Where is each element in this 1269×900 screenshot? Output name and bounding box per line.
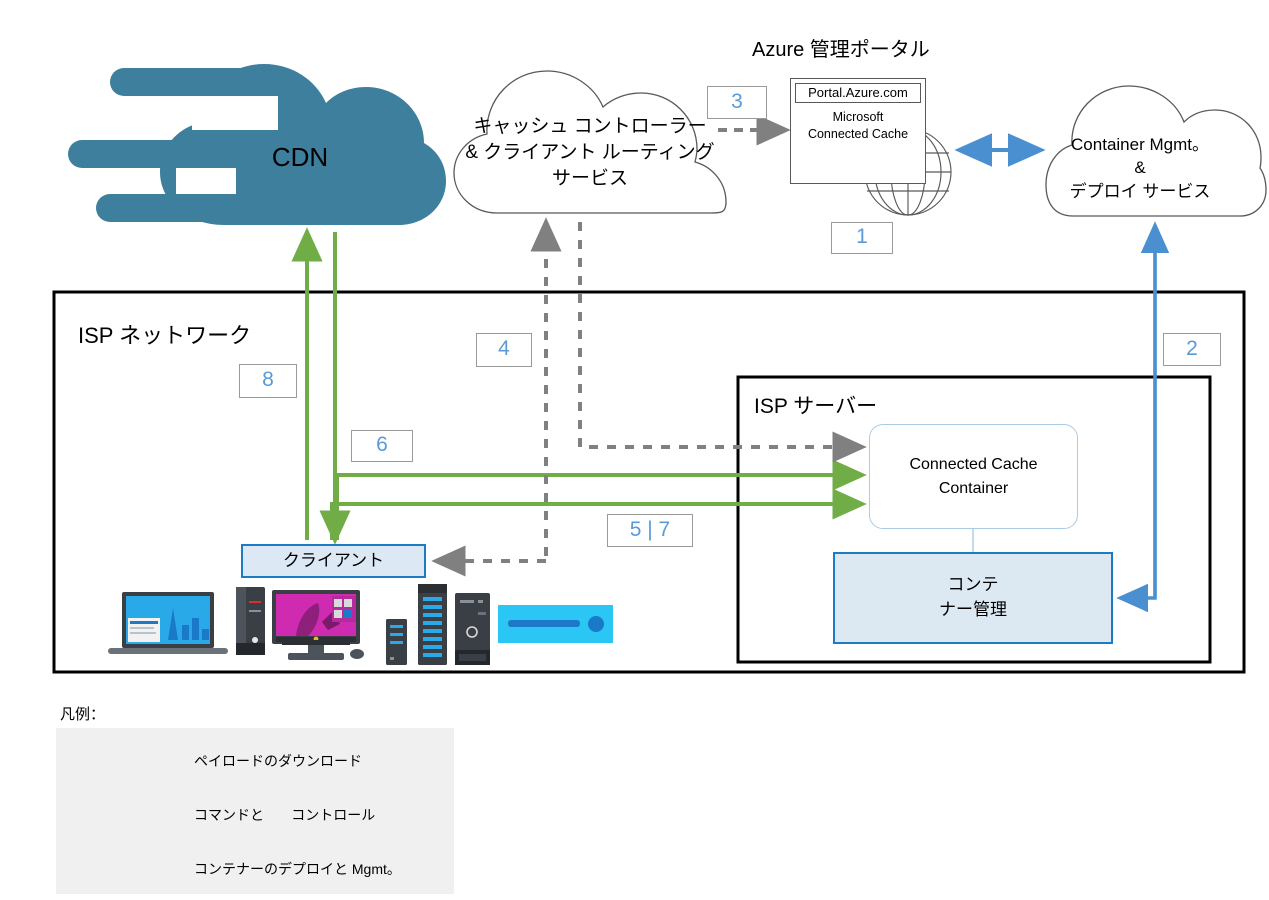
connected-cache-container-box[interactable]: Connected Cache Container — [869, 424, 1078, 529]
legend-label-deploy: コンテナーのデプロイと Mgmt。 — [194, 861, 401, 877]
diagram-canvas: Azure 管理ポータル CDN キャッシュ コントローラー & クライアント … — [0, 0, 1269, 900]
isp-network-label: ISP ネットワーク — [78, 323, 252, 348]
portal-body-text: Microsoft Connected Cache — [807, 110, 909, 141]
portal-url-bar[interactable]: Portal.Azure.com — [795, 83, 921, 103]
callout-6: 6 — [351, 430, 413, 462]
cdn-cloud-label: CDN — [271, 142, 329, 172]
legend-title: 凡例： — [60, 706, 106, 723]
cache-controller-cloud-label: キャッシュ コントローラー & クライアント ルーティング サービス — [465, 116, 715, 190]
callout-4: 4 — [476, 333, 532, 367]
callout-3: 3 — [707, 86, 767, 119]
container-management-box[interactable]: コンテ ナー管理 — [833, 552, 1113, 644]
arrow-blue-cloud-to-mgmt-box — [1116, 226, 1157, 613]
client-devices-illustration — [108, 584, 613, 665]
callout-5: 8 — [239, 364, 297, 398]
client-box[interactable]: クライアント — [241, 544, 426, 578]
azure-portal-title: Azure 管理ポータル — [752, 39, 930, 61]
azure-portal-window[interactable]: Portal.Azure.com Microsoft Connected Cac… — [790, 78, 926, 184]
callout-1: 1 — [831, 222, 893, 254]
isp-server-label: ISP サーバー — [754, 395, 878, 418]
legend-label-command: コマンドと コントロール — [194, 807, 376, 823]
legend-label-payload: ペイロードのダウンロード — [194, 753, 362, 769]
container-mgmt-cloud-label: Container Mgmt。 & デプロイ サービス — [1069, 135, 1211, 201]
callout-2: 2 — [1163, 333, 1221, 366]
callout-7: 5 | 7 — [607, 514, 693, 547]
